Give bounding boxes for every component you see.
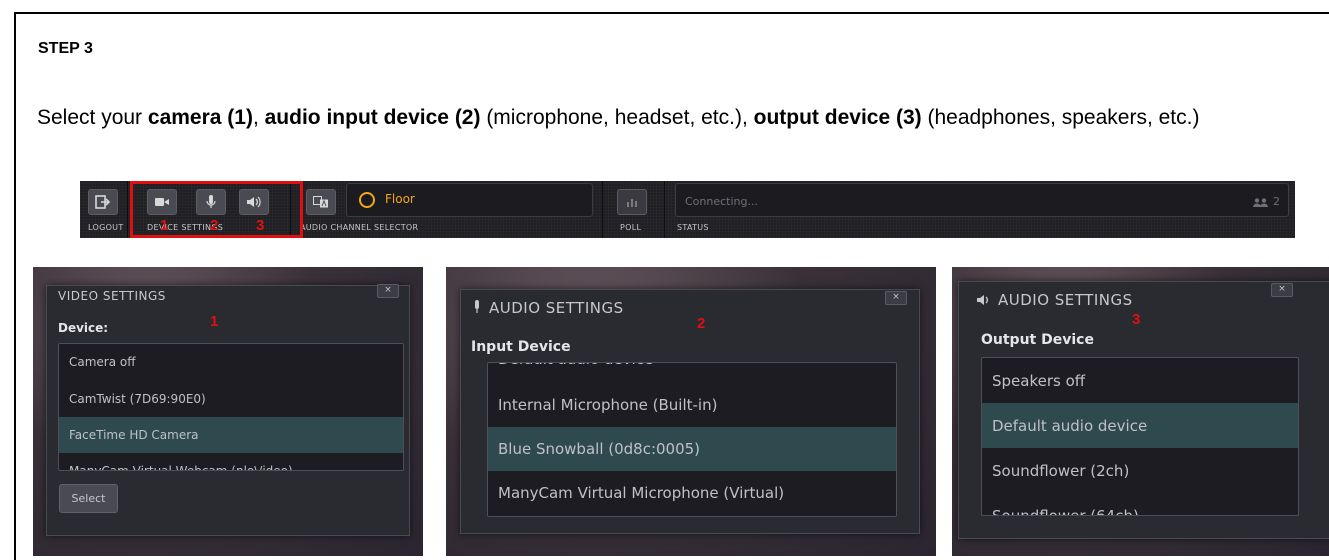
list-item[interactable]: Default audio device [488, 363, 896, 377]
input-device-label: Input Device [471, 339, 571, 355]
callout-number: 2 [697, 315, 706, 332]
instructions-text: Select your camera (1), audio input devi… [37, 104, 1297, 131]
dialog-title-text: AUDIO SETTINGS [489, 299, 624, 317]
callout-number: 3 [256, 217, 265, 234]
users-icon [1253, 197, 1269, 207]
callout-number: 1 [160, 217, 169, 234]
channel-name: Floor [385, 192, 415, 206]
list-item[interactable]: Camera off [59, 344, 403, 380]
list-item[interactable]: Default audio device [982, 403, 1298, 448]
callout-number: 1 [210, 313, 219, 330]
translate-button[interactable] [306, 189, 336, 215]
audio-input-panel: AUDIO SETTINGS × Input Device 2 Default … [446, 267, 936, 556]
poll-label: POLL [620, 223, 642, 232]
translate-icon [313, 196, 329, 208]
list-item[interactable]: Soundflower (64ch) [982, 493, 1298, 516]
instr-part-1: Select your [37, 106, 148, 129]
close-button[interactable]: × [1271, 283, 1293, 297]
poll-icon [626, 197, 638, 207]
instr-part-3: (microphone, headset, etc.), [480, 106, 754, 129]
device-list: Speakers off Default audio device Soundf… [981, 357, 1299, 516]
callout-number: 3 [1132, 311, 1141, 328]
audio-output-panel: AUDIO SETTINGS × Output Device 3 Speaker… [952, 267, 1329, 556]
device-list: Default audio device Internal Microphone… [487, 362, 897, 517]
list-item[interactable]: CamTwist (7D69:90E0) [59, 380, 403, 417]
instr-camera: camera (1) [147, 106, 253, 129]
microphone-icon [473, 300, 481, 314]
select-button[interactable]: Select [59, 484, 118, 513]
audio-input-dialog: AUDIO SETTINGS × Input Device 2 Default … [460, 289, 920, 534]
callout-number: 2 [210, 217, 219, 234]
audio-output-dialog: AUDIO SETTINGS × Output Device 3 Speaker… [958, 281, 1329, 539]
instr-part-4: (headphones, speakers, etc.) [921, 106, 1200, 129]
step-title: STEP 3 [38, 40, 93, 57]
logout-button[interactable] [88, 189, 118, 215]
dialog-title: AUDIO SETTINGS [473, 299, 624, 317]
video-settings-panel: VIDEO SETTINGS × Device: 1 Camera off Ca… [33, 267, 423, 556]
speaker-icon [977, 294, 991, 306]
instr-output: output device (3) [753, 106, 922, 129]
list-item[interactable]: FaceTime HD Camera [59, 417, 403, 453]
audio-channel-selector-label: AUDIO CHANNEL SELECTOR [300, 223, 419, 232]
list-item[interactable]: Speakers off [982, 358, 1298, 403]
logout-icon [95, 195, 111, 209]
poll-button[interactable] [617, 189, 647, 215]
dialog-title: AUDIO SETTINGS [977, 291, 1133, 309]
user-count: 2 [1253, 195, 1280, 208]
close-button[interactable]: × [885, 291, 907, 305]
user-count-value: 2 [1273, 195, 1280, 208]
output-device-label: Output Device [981, 332, 1094, 348]
instr-part-2: , [252, 106, 265, 129]
dialog-title: VIDEO SETTINGS [58, 289, 166, 303]
audio-channel-selector[interactable]: Floor [346, 183, 593, 217]
dialog-title-text: AUDIO SETTINGS [998, 291, 1133, 309]
divider [602, 181, 603, 238]
status-text: Connecting... [685, 195, 758, 208]
logout-label: LOGOUT [88, 223, 124, 232]
list-item[interactable]: ManyCam Virtual Webcam (nlo\/ideo) [59, 453, 403, 470]
instr-audio-input: audio input device (2) [264, 106, 481, 129]
device-list: Camera off CamTwist (7D69:90E0) FaceTime… [58, 343, 404, 471]
status-field: Connecting... 2 [675, 183, 1289, 217]
status-label: STATUS [677, 223, 709, 232]
list-item[interactable]: Internal Microphone (Built-in) [488, 383, 896, 427]
list-item[interactable]: Blue Snowball (0d8c:0005) [488, 427, 896, 471]
close-button[interactable]: × [377, 284, 399, 298]
device-label: Device: [58, 321, 109, 335]
divider [664, 181, 665, 238]
channel-ring-icon [359, 192, 375, 208]
list-item[interactable]: Soundflower (2ch) [982, 448, 1298, 493]
video-settings-dialog: VIDEO SETTINGS × Device: 1 Camera off Ca… [46, 284, 410, 536]
list-item[interactable]: ManyCam Virtual Microphone (Virtual) [488, 471, 896, 515]
divider [127, 181, 128, 238]
